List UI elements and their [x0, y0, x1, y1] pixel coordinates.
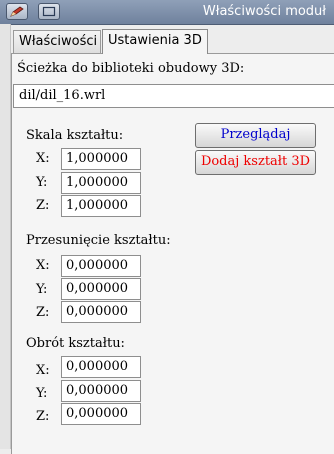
tab-3d-settings[interactable]: Ustawienia 3D [102, 29, 208, 54]
offset-z-input[interactable]: 0,000000 [61, 301, 141, 323]
scale-heading: Skala kształtu: [26, 128, 124, 143]
scale-x-label: X: [36, 151, 50, 166]
rotation-z-input[interactable]: 0,000000 [61, 403, 141, 425]
tab-properties[interactable]: Właściwości [13, 30, 101, 53]
rotation-y-label: Y: [36, 386, 48, 401]
offset-heading: Przesunięcie kształtu: [26, 233, 171, 248]
rotation-x-label: X: [36, 363, 50, 378]
scale-y-label: Y: [36, 175, 48, 190]
browse-button[interactable]: Przeglądaj [195, 123, 316, 148]
scale-z-input[interactable]: 1,000000 [61, 195, 141, 217]
scale-z-label: Z: [36, 198, 50, 213]
offset-x-input[interactable]: 0,000000 [61, 255, 141, 277]
add-shape-button[interactable]: Dodaj kształt 3D [195, 150, 316, 175]
title-bar: Właściwości moduł [0, 0, 334, 25]
rotation-y-input[interactable]: 0,000000 [61, 380, 141, 402]
window-title: Właściwości moduł [202, 4, 326, 19]
scale-x-input[interactable]: 1,000000 [61, 148, 141, 170]
window-menu-button[interactable] [6, 3, 28, 20]
offset-z-label: Z: [36, 305, 50, 320]
library-path-label: Ścieżka do biblioteki obudowy 3D: [17, 61, 245, 76]
restore-icon [42, 6, 56, 17]
library-path-input[interactable]: dil/dil_16.wrl [13, 84, 334, 108]
offset-y-label: Y: [36, 282, 48, 297]
rotation-heading: Obrót kształtu: [26, 336, 125, 351]
scale-y-input[interactable]: 1,000000 [61, 172, 141, 194]
settings-panel [11, 53, 334, 454]
offset-y-input[interactable]: 0,000000 [61, 278, 141, 300]
window-frame-left [0, 24, 11, 449]
restore-button[interactable] [38, 3, 60, 20]
rotation-z-label: Z: [36, 409, 50, 424]
rotation-x-input[interactable]: 0,000000 [61, 356, 141, 378]
offset-x-label: X: [36, 258, 50, 273]
pencil-icon [10, 6, 24, 17]
